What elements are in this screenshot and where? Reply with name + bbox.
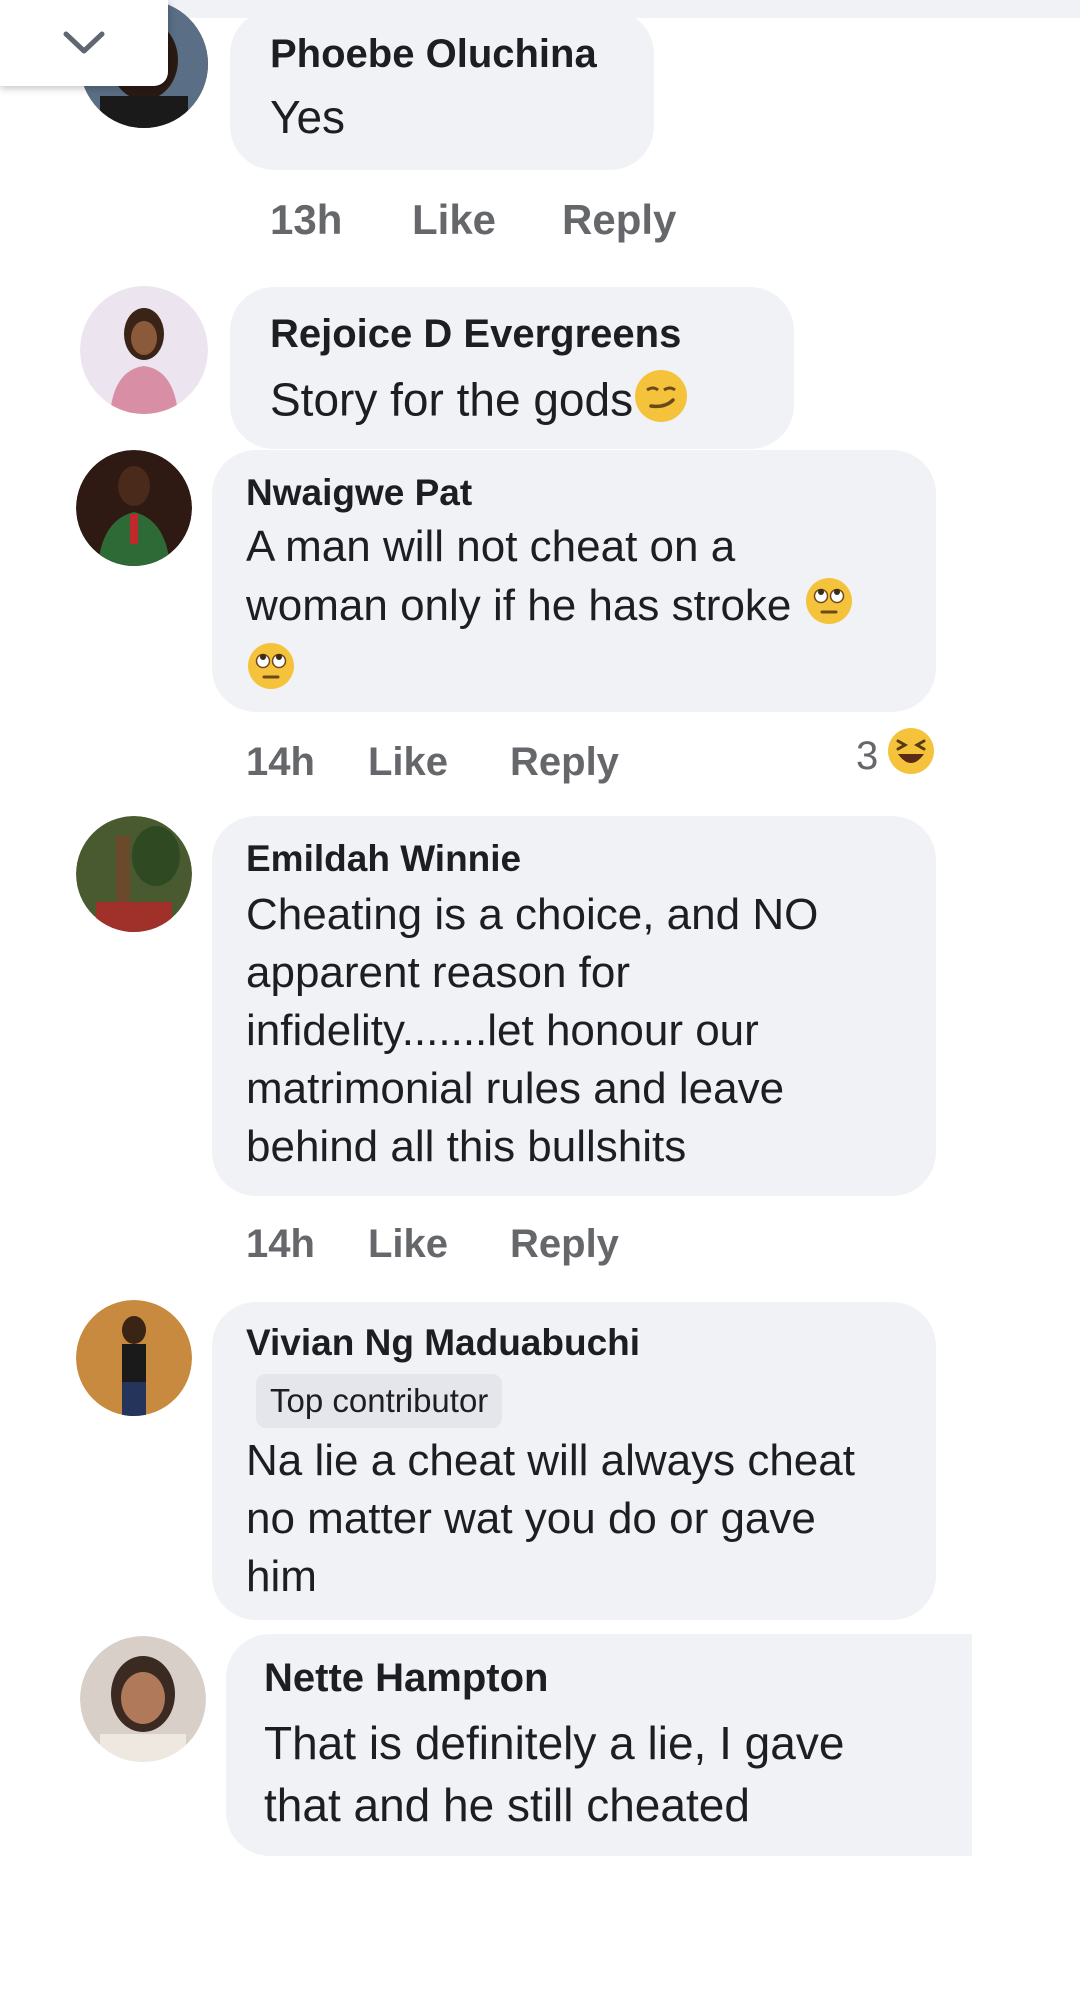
comment-text: That is definitely a lie, I gave that an…: [264, 1712, 844, 1836]
comment-time[interactable]: 14h: [246, 1222, 315, 1267]
comment-author[interactable]: Emildah Winnie: [246, 838, 521, 880]
comment-text-line-content: woman only if he has stroke: [246, 581, 792, 631]
avatar[interactable]: [80, 286, 208, 414]
comment-text-line: [246, 641, 926, 706]
reply-button[interactable]: Reply: [510, 1222, 619, 1267]
reaction-count[interactable]: 3: [856, 734, 878, 779]
face-with-rolling-eyes-icon: [246, 641, 296, 706]
comment-text-line: him: [246, 1552, 317, 1601]
comment-author[interactable]: Phoebe Oluchina: [270, 32, 597, 77]
comment-text-line: apparent reason for: [246, 948, 631, 997]
top-contributor-badge: Top contributor: [256, 1374, 503, 1428]
smirking-face-icon: [633, 368, 689, 439]
comment-text-line: matrimonial rules and leave: [246, 1064, 785, 1113]
laughing-face-icon: [886, 726, 936, 781]
comment-text: Na lie a cheat will always cheat no matt…: [246, 1432, 855, 1606]
avatar[interactable]: [76, 1300, 192, 1416]
avatar[interactable]: [80, 1636, 206, 1762]
like-button[interactable]: Like: [412, 196, 496, 244]
comment-text-line: A man will not cheat on a: [246, 522, 736, 571]
collapse-button[interactable]: [0, 0, 168, 86]
comment-text: Cheating is a choice, and NO apparent re…: [246, 886, 818, 1176]
comment-text-line: Cheating is a choice, and NO: [246, 890, 819, 939]
comment-text-line: no matter wat you do or gave: [246, 1494, 816, 1543]
comment-time[interactable]: 14h: [246, 740, 315, 785]
comment-text: A man will not cheat on a woman only if …: [246, 518, 926, 706]
comment-author[interactable]: Nwaigwe Pat: [246, 472, 472, 514]
like-button[interactable]: Like: [368, 1222, 448, 1267]
comment-author[interactable]: Vivian Ng Maduabuchi: [246, 1322, 640, 1364]
avatar[interactable]: [76, 816, 192, 932]
comment-text-content: Story for the gods: [270, 373, 634, 426]
avatar[interactable]: [76, 450, 192, 566]
reply-button[interactable]: Reply: [510, 740, 619, 785]
comment-text: Yes: [270, 91, 346, 143]
comment-text-line: infidelity.......let honour our: [246, 1006, 759, 1055]
reaction-count-value: 3: [856, 734, 879, 778]
comment-text-line: behind all this bullshits: [246, 1122, 687, 1171]
comment-text-line: Na lie a cheat will always cheat: [246, 1436, 855, 1485]
reply-button[interactable]: Reply: [562, 196, 676, 244]
comment-text-line: woman only if he has stroke: [246, 576, 926, 641]
comment-text-line: that and he still cheated: [264, 1779, 750, 1831]
comment-text-line: That is definitely a lie, I gave: [264, 1717, 845, 1769]
chevron-down-icon: [63, 31, 105, 54]
face-with-rolling-eyes-icon: [804, 576, 854, 641]
like-button[interactable]: Like: [368, 740, 448, 785]
comment-text: Story for the gods: [270, 368, 689, 439]
comment-time[interactable]: 13h: [270, 196, 342, 244]
comment-author[interactable]: Nette Hampton: [264, 1656, 548, 1701]
comment-author[interactable]: Rejoice D Evergreens: [270, 312, 681, 357]
